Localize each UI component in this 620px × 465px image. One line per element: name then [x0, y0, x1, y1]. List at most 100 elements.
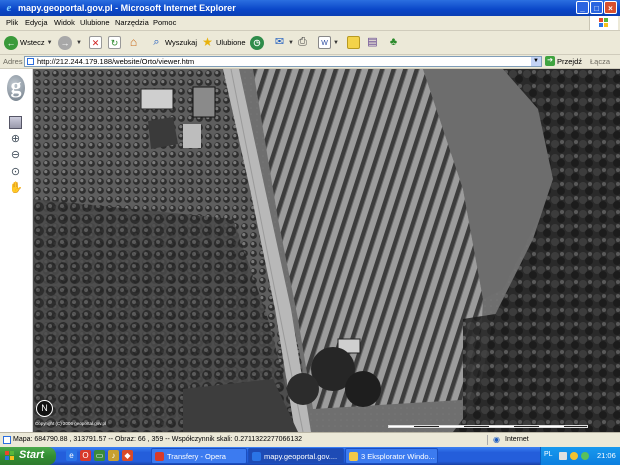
taskbar-item-ie[interactable]: mapy.geoportal.gov....: [248, 448, 344, 464]
go-arrow-icon: ➔: [545, 56, 555, 66]
back-arrow-icon: ←: [4, 35, 18, 50]
map-copyright: Copyright (C) 2006 geoportal.gov.pl: [35, 421, 106, 426]
taskbar-item-opera[interactable]: Transfery - Opera: [151, 448, 247, 464]
favorites-button[interactable]: ★ Ulubione: [201, 34, 246, 51]
edit-dropdown-icon[interactable]: ▼: [333, 40, 339, 46]
refresh-button[interactable]: ↻: [108, 34, 121, 51]
orthophoto-map[interactable]: N Copyright (C) 2006 geoportal.gov.pl: [33, 69, 620, 432]
north-arrow-icon: N: [36, 400, 53, 417]
windows-flag-icon: [599, 18, 609, 28]
search-label: Wyszukaj: [165, 38, 198, 47]
address-url[interactable]: http://212.244.179.188/website/Orto/view…: [37, 57, 194, 66]
page-content: g ⊕ ⊖ ⊙ ✋ N Copyright (C) 2006 geoportal…: [0, 69, 620, 432]
maximize-button[interactable]: □: [590, 1, 603, 14]
quicklaunch-app-icon[interactable]: ◆: [122, 450, 133, 461]
menu-item-narzedzia[interactable]: Narzędzia: [115, 18, 149, 27]
system-tray: PL 21:06: [540, 447, 620, 465]
stop-button[interactable]: ✕: [89, 34, 102, 51]
quicklaunch-media-icon[interactable]: ♪: [108, 450, 119, 461]
research-icon: ▤: [367, 36, 378, 48]
home-icon: ⌂: [129, 35, 138, 49]
mail-icon: ✉: [274, 36, 285, 48]
zoom-out-icon[interactable]: ⊖: [9, 149, 22, 162]
history-button[interactable]: ◷: [250, 34, 266, 51]
title-bar: e mapy.geoportal.gov.pl - Microsoft Inte…: [0, 0, 620, 16]
task-label: Transfery - Opera: [167, 451, 226, 461]
zoom-extent-icon[interactable]: ⊙: [9, 166, 22, 179]
menu-item-widok[interactable]: Widok: [54, 18, 75, 27]
messenger-button[interactable]: ♣: [387, 34, 400, 51]
mail-dropdown-icon[interactable]: ▼: [288, 40, 294, 46]
back-dropdown-icon[interactable]: ▼: [47, 40, 53, 46]
print-button[interactable]: ⎙: [296, 34, 309, 51]
star-icon: ★: [202, 35, 213, 49]
taskbar: Start e O ▭ ♪ ◆ Transfery - Opera mapy.g…: [0, 447, 620, 465]
taskbar-item-explorer[interactable]: 3 Eksplorator Windo... ▼: [345, 448, 438, 464]
menu-item-plik[interactable]: Plik: [6, 18, 18, 27]
layers-icon[interactable]: [9, 116, 22, 129]
menu-item-ulubione[interactable]: Ulubione: [80, 18, 110, 27]
research-button[interactable]: ▤: [366, 34, 379, 51]
window-title: mapy.geoportal.gov.pl - Microsoft Intern…: [18, 3, 236, 13]
windows-flag-icon: [5, 451, 15, 461]
go-button[interactable]: ➔ Przejdź: [545, 56, 582, 66]
address-input[interactable]: http://212.244.179.188/website/Orto/view…: [24, 56, 542, 67]
mail-button[interactable]: ✉ ▼: [273, 34, 294, 51]
address-dropdown-icon[interactable]: ▼: [531, 57, 541, 66]
messenger-icon: ♣: [389, 36, 398, 48]
language-indicator[interactable]: PL: [544, 451, 553, 458]
home-button[interactable]: ⌂: [127, 34, 140, 51]
forward-arrow-icon: →: [58, 35, 72, 50]
task-label: mapy.geoportal.gov....: [264, 451, 338, 461]
group-dropdown-icon: ▼: [437, 453, 438, 459]
ie-icon: e: [6, 2, 12, 14]
menu-item-edycja[interactable]: Edycja: [25, 18, 48, 27]
history-icon: ◷: [250, 35, 264, 50]
network-icon[interactable]: [570, 452, 578, 460]
aerial-image: [33, 69, 620, 432]
status-text: Mapa: 684790.88 , 313791.57 -- Obraz: 66…: [13, 436, 303, 443]
menu-item-pomoc[interactable]: Pomoc: [153, 18, 176, 27]
refresh-icon: ↻: [108, 36, 121, 49]
clock: 21:06: [597, 451, 616, 460]
internet-zone-icon: ◉: [493, 435, 500, 444]
opera-icon: [155, 451, 164, 461]
go-label: Przejdź: [557, 56, 583, 66]
task-label: 3 Eksplorator Windo...: [361, 451, 435, 461]
quicklaunch-opera-icon[interactable]: O: [80, 450, 91, 461]
favorites-label: Ulubione: [216, 38, 246, 47]
discuss-button[interactable]: [347, 34, 360, 51]
links-button[interactable]: Łącza: [590, 57, 610, 66]
address-label: Adres: [3, 57, 23, 66]
discuss-icon: [347, 36, 360, 49]
stop-icon: ✕: [89, 36, 102, 49]
forward-button[interactable]: → ▼: [58, 34, 82, 51]
folder-icon: [349, 451, 358, 461]
speaker-icon[interactable]: [581, 452, 589, 460]
quicklaunch-desktop-icon[interactable]: ▭: [94, 450, 105, 461]
page-status-icon: [3, 436, 11, 444]
windows-logo: [589, 16, 618, 30]
search-icon: ⌕: [153, 36, 160, 48]
print-icon: ⎙: [298, 36, 307, 48]
forward-dropdown-icon[interactable]: ▼: [76, 40, 82, 46]
status-bar: Mapa: 684790.88 , 313791.57 -- Obraz: 66…: [0, 432, 620, 447]
back-button[interactable]: ← Wstecz ▼: [4, 34, 53, 51]
scale-bar: [388, 425, 588, 428]
minimize-button[interactable]: _: [576, 1, 589, 14]
edit-button[interactable]: W ▼: [318, 34, 339, 51]
close-button[interactable]: ×: [604, 1, 617, 14]
keyboard-icon[interactable]: [559, 452, 567, 460]
ie-icon: [252, 451, 261, 461]
pan-hand-icon[interactable]: ✋: [9, 182, 23, 195]
toolbar: ← Wstecz ▼ → ▼ ✕ ↻ ⌂ ⌕ Wyszukaj ★ Ulubio…: [0, 31, 620, 55]
zoom-in-icon[interactable]: ⊕: [9, 133, 22, 146]
quicklaunch-ie-icon[interactable]: e: [66, 450, 77, 461]
back-label: Wstecz: [20, 38, 45, 47]
geoportal-logo: g: [7, 75, 25, 101]
menu-bar: Plik Edycja Widok Ulubione Narzędzia Pom…: [0, 16, 620, 31]
map-tools-panel: g ⊕ ⊖ ⊙ ✋: [0, 69, 33, 432]
search-button[interactable]: ⌕ Wyszukaj: [150, 34, 197, 51]
start-label: Start: [19, 449, 45, 461]
start-button[interactable]: Start: [0, 447, 56, 465]
